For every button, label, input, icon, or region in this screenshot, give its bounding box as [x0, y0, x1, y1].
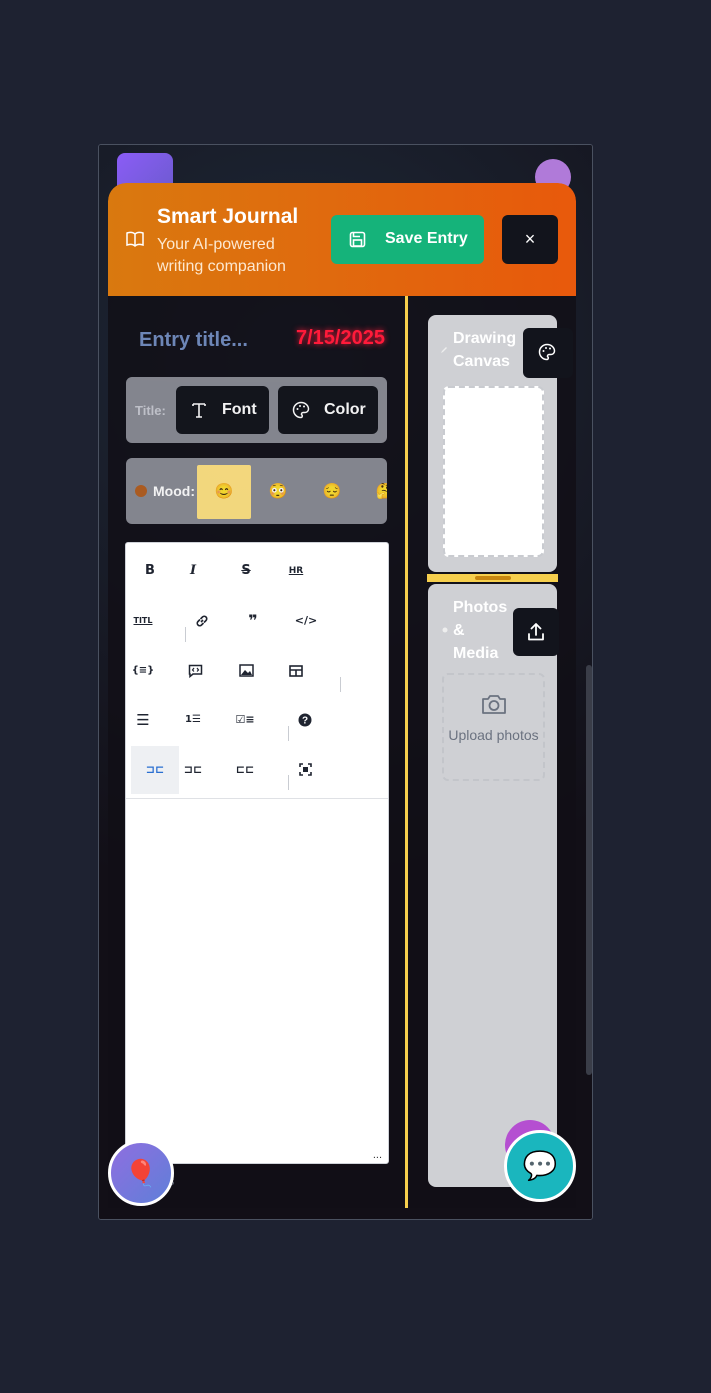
- font-button[interactable]: Font: [176, 386, 269, 434]
- dot-icon: [442, 627, 448, 633]
- text-font-icon: [192, 403, 206, 418]
- quote-button[interactable]: ❞: [229, 597, 277, 645]
- fullscreen-icon: [298, 763, 312, 776]
- bold-button[interactable]: B: [126, 547, 174, 595]
- numbered-list-button[interactable]: 1☰: [169, 696, 217, 744]
- heading-button[interactable]: TITL: [126, 597, 167, 645]
- pencil-icon: [441, 347, 447, 353]
- title-style-row: Title: Font Color: [126, 377, 387, 443]
- modal-subtitle: Your AI-powered writing companion: [157, 236, 286, 275]
- comment-code-icon: [188, 664, 202, 678]
- image-icon: [238, 664, 254, 677]
- book-icon: [126, 231, 144, 247]
- canvas-palette-button[interactable]: [523, 328, 573, 378]
- mood-selector: Mood: 😊 😳 😔 🤔: [126, 458, 387, 524]
- upload-label: Upload photos: [448, 727, 539, 743]
- chat-fab-button[interactable]: 💬: [504, 1130, 576, 1202]
- rich-text-editor[interactable]: B I S HR TITL ❞ </> {≡} ☰ 1☰ ☑≡ ? ⊐⊏ ⊐⊏ …: [125, 542, 389, 1164]
- toolbar-separator: [340, 677, 341, 692]
- mood-dot-icon: [135, 485, 147, 497]
- italic-button[interactable]: I: [169, 547, 217, 595]
- help-icon: ?: [298, 713, 312, 726]
- title-style-label: Title:: [135, 403, 166, 418]
- palette-icon: [292, 401, 310, 419]
- mood-option-surprised[interactable]: 😳: [251, 465, 305, 519]
- camera-icon: [482, 695, 506, 714]
- fullscreen-button[interactable]: [281, 746, 329, 794]
- bullet-list-button[interactable]: ☰: [126, 696, 167, 744]
- strikethrough-button[interactable]: S: [222, 547, 270, 595]
- color-label: Color: [324, 401, 366, 418]
- app-frame: Smart Journal Your AI-powered writing co…: [98, 144, 593, 1220]
- entry-title-input[interactable]: Entry title...: [139, 329, 248, 352]
- palette-icon: [538, 343, 556, 361]
- modal-header: Smart Journal Your AI-powered writing co…: [108, 183, 576, 296]
- drawing-canvas[interactable]: [443, 386, 544, 557]
- link-button[interactable]: [178, 597, 226, 645]
- smart-journal-modal: Smart Journal Your AI-powered writing co…: [108, 183, 576, 1208]
- upload-icon: [528, 623, 544, 641]
- column-divider[interactable]: [405, 296, 408, 1208]
- mood-label: Mood:: [153, 483, 195, 499]
- save-entry-button[interactable]: Save Entry: [331, 215, 484, 264]
- sidebar-toggle-button[interactable]: ⊏⊏: [221, 746, 269, 794]
- mood-option-happy[interactable]: 😊: [197, 465, 251, 519]
- preview-button[interactable]: ⊐⊏: [169, 746, 217, 794]
- balloon-fab-button[interactable]: 🎈: [108, 1140, 174, 1206]
- editor-statusbar: ...: [372, 1149, 382, 1161]
- upload-dropzone[interactable]: Upload photos: [442, 673, 545, 781]
- entry-date: 7/15/2025: [296, 327, 385, 349]
- help-button[interactable]: ?: [281, 696, 329, 744]
- svg-text:?: ?: [302, 715, 308, 726]
- save-entry-label: Save Entry: [385, 230, 468, 247]
- upload-button[interactable]: [513, 608, 559, 656]
- color-button[interactable]: Color: [278, 386, 378, 434]
- table-icon: [289, 664, 303, 677]
- resize-grip-icon: [475, 576, 511, 580]
- mood-option-sad[interactable]: 😔: [305, 465, 359, 519]
- photos-media-title: Photos & Media: [453, 599, 508, 662]
- image-button[interactable]: [222, 647, 270, 695]
- page-scrollbar[interactable]: [586, 665, 592, 1075]
- mood-option-thinking[interactable]: 🤔: [358, 465, 387, 519]
- font-label: Font: [222, 401, 257, 418]
- modal-title: Smart Journal: [157, 205, 299, 228]
- horizontal-rule-button[interactable]: HR: [272, 547, 320, 595]
- table-button[interactable]: [272, 647, 320, 695]
- comment-button[interactable]: [171, 647, 219, 695]
- drawing-canvas-title: Drawing Canvas: [453, 330, 517, 370]
- code-button[interactable]: </>: [282, 597, 330, 645]
- save-icon: [349, 231, 366, 248]
- link-icon: [196, 615, 208, 626]
- checklist-button[interactable]: ☑≡: [221, 696, 269, 744]
- close-button[interactable]: ×: [502, 215, 558, 264]
- code-block-button[interactable]: {≡}: [126, 647, 167, 695]
- toolbar-divider: [126, 798, 388, 799]
- photos-media-card: Photos & Media Upload photos: [428, 584, 557, 1187]
